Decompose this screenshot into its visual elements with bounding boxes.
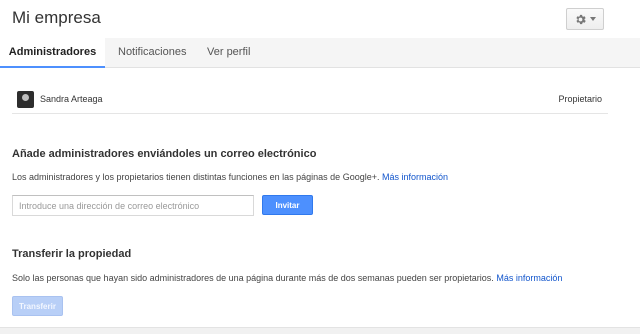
avatar bbox=[17, 91, 34, 108]
transfer-more-info-link[interactable]: Más información bbox=[496, 273, 562, 283]
add-admins-heading: Añade administradores enviándoles un cor… bbox=[12, 148, 317, 160]
transfer-ownership-description: Solo las personas que hayan sido adminis… bbox=[12, 273, 562, 283]
transfer-description-text: Solo las personas que hayan sido adminis… bbox=[12, 273, 494, 283]
owner-role: Propietario bbox=[558, 94, 602, 104]
invite-button[interactable]: Invitar bbox=[262, 195, 313, 215]
add-admins-description: Los administradores y los propietarios t… bbox=[12, 172, 448, 182]
owner-name: Sandra Arteaga bbox=[40, 94, 103, 104]
more-info-link[interactable]: Más información bbox=[382, 172, 448, 182]
footer-divider bbox=[0, 327, 640, 334]
transfer-ownership-heading: Transferir la propiedad bbox=[12, 248, 132, 260]
transfer-button[interactable]: Transferir bbox=[12, 296, 63, 316]
owner-row: Sandra Arteaga Propietario bbox=[12, 90, 608, 114]
add-admins-description-text: Los administradores y los propietarios t… bbox=[12, 172, 380, 182]
tab-notificaciones[interactable]: Notificaciones bbox=[118, 38, 186, 68]
tab-administradores[interactable]: Administradores bbox=[0, 38, 105, 68]
caret-down-icon bbox=[590, 17, 596, 21]
top-bar: Mi empresa bbox=[0, 0, 640, 38]
email-input[interactable] bbox=[12, 195, 254, 216]
page-title: Mi empresa bbox=[12, 8, 101, 27]
settings-button[interactable] bbox=[566, 8, 604, 30]
tab-ver-perfil[interactable]: Ver perfil bbox=[207, 38, 250, 68]
tab-bar: Administradores Notificaciones Ver perfi… bbox=[0, 38, 640, 68]
gear-icon bbox=[576, 14, 586, 24]
